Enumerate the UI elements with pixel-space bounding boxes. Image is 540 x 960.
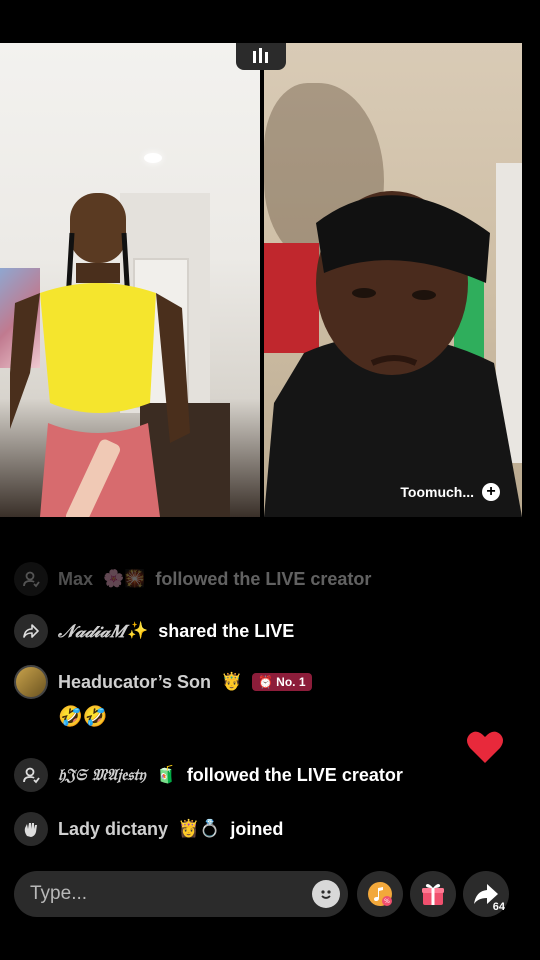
svg-text:%: % — [384, 898, 390, 905]
chat-message: Lady dictany 👸💍 joined — [14, 812, 283, 846]
chat-username[interactable]: Lady dictany — [58, 819, 168, 840]
guest-video-pane[interactable]: Toomuch... + — [264, 43, 522, 517]
chat-username[interactable]: Max — [58, 569, 93, 590]
bottom-action-bar: Type... % 64 — [0, 870, 540, 920]
username-emoji: 🌸🎇 — [103, 569, 146, 588]
chat-username[interactable]: 𝔥𝔍𝔖 𝔐𝔄𝔧𝔢𝔰𝔱𝔶 — [58, 765, 146, 785]
chat-username[interactable]: Headucator’s Son — [58, 672, 211, 693]
chat-comment-text: 🤣🤣 — [58, 706, 108, 728]
opponent-name-tag[interactable]: Toomuch... + — [400, 483, 500, 501]
host-video-pane[interactable] — [0, 43, 260, 517]
follow-opponent-button[interactable]: + — [482, 483, 500, 501]
chat-username[interactable]: 𝒩𝒶𝒹𝒾𝒶𝑀 — [58, 621, 125, 642]
chat-action-text: joined — [230, 818, 284, 839]
chat-message: 𝒩𝒶𝒹𝒾𝒶𝑀 ✨ shared the LIVE — [14, 614, 294, 648]
rank-badge-label: No. 1 — [276, 675, 306, 689]
music-discount-button[interactable]: % — [357, 871, 403, 917]
bars-icon — [253, 48, 268, 63]
princess-ring-emoji: 👸💍 — [178, 819, 221, 838]
opponent-name[interactable]: Toomuch... — [400, 484, 474, 500]
chat-action-text: followed the LIVE creator — [186, 764, 403, 785]
waving-hand-icon — [14, 812, 48, 846]
ceiling-light — [144, 153, 162, 163]
follow-person-icon — [14, 758, 48, 792]
rank-badge: ⏰ No. 1 — [252, 673, 312, 691]
chat-message: Max 🌸🎇 followed the LIVE creator — [14, 562, 371, 596]
chat-message: 𝔥𝔍𝔖 𝔐𝔄𝔧𝔢𝔰𝔱𝔶 🧃 followed the LIVE creator — [14, 758, 403, 792]
juice-box-emoji: 🧃 — [155, 765, 177, 784]
gift-button[interactable] — [410, 871, 456, 917]
share-button[interactable]: 64 — [463, 871, 509, 917]
guest-person — [264, 191, 522, 517]
music-note-icon: % — [368, 882, 392, 906]
chat-message: Headucator’s Son 🤴 ⏰ No. 1 — [14, 665, 312, 699]
share-count: 64 — [492, 901, 505, 913]
battle-divider — [260, 43, 264, 517]
avatar[interactable] — [14, 665, 48, 699]
sparkles-emoji: ✨ — [127, 621, 149, 640]
chat-action-text: followed the LIVE creator — [155, 568, 372, 589]
prince-emoji: 🤴 — [221, 672, 243, 691]
emoji-icon[interactable] — [312, 880, 340, 908]
share-arrow-icon — [14, 614, 48, 648]
chat-action-text: shared the LIVE — [158, 620, 295, 641]
comment-placeholder[interactable]: Type... — [30, 883, 87, 905]
alarm-clock-icon: ⏰ — [258, 675, 274, 689]
gift-icon — [422, 884, 444, 905]
follow-person-icon — [14, 562, 48, 596]
comment-input[interactable]: Type... — [14, 871, 348, 917]
like-heart-icon — [467, 731, 503, 763]
live-battle-video[interactable]: Toomuch... + — [0, 43, 540, 517]
host-person — [10, 193, 190, 517]
